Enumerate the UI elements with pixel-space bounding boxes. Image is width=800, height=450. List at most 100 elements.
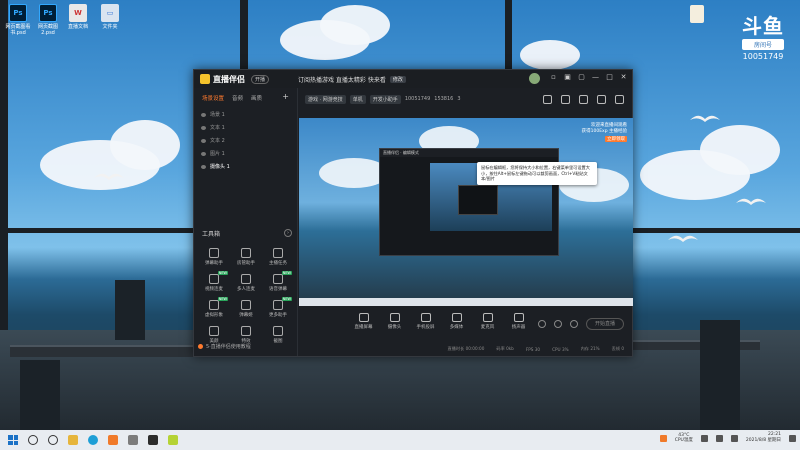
dock-speaker[interactable]: 扬声器 — [506, 310, 531, 340]
scene-item-active[interactable]: 摄像头 1 — [194, 160, 297, 173]
dock-phone-cast[interactable]: 手机投屏 — [413, 310, 438, 340]
tool-host-tasks[interactable]: 主播任务 — [262, 248, 294, 266]
toolbox-more-button[interactable]: › — [284, 229, 292, 237]
settings-gear-icon[interactable] — [570, 320, 578, 328]
dock-media[interactable]: 多媒体 — [444, 310, 469, 340]
room-tools — [543, 95, 624, 104]
maximize-icon[interactable]: □ — [605, 73, 614, 82]
scene-label: 文本 2 — [210, 138, 225, 144]
media-icon — [451, 313, 462, 322]
system-tray: 43°C CPU温度 22:21 2021/8/8 星期日 — [659, 432, 796, 444]
lock-icon[interactable] — [579, 95, 588, 104]
tool-room-admin[interactable]: 房管助手 — [230, 248, 262, 266]
app-icon-live[interactable] — [148, 435, 158, 445]
settings-icon[interactable]: ▢ — [577, 73, 586, 82]
tool-label: 视频连麦 — [205, 287, 223, 292]
hot-value: 153816 — [434, 96, 454, 102]
message-icon[interactable]: ▣ — [563, 73, 572, 82]
scene-item[interactable]: 图片 1 — [194, 147, 297, 160]
scene-item[interactable]: 文本 2 — [194, 134, 297, 147]
start-broadcast-pill[interactable]: 开播 — [251, 74, 270, 84]
eye-icon[interactable] — [201, 112, 206, 117]
avatar[interactable] — [529, 73, 540, 84]
tab-scenes[interactable]: 场景设置 — [202, 94, 224, 102]
eye-icon[interactable] — [201, 138, 206, 143]
tray-app-icon[interactable] — [659, 434, 667, 442]
task-view-icon[interactable] — [48, 435, 58, 445]
desktop-icon-folder[interactable]: ▭ 文件夹 — [94, 4, 126, 30]
app-icon-yellow[interactable] — [168, 435, 178, 445]
tab-audio[interactable]: 音频 — [232, 94, 243, 102]
tool-effects[interactable]: 特效 — [230, 326, 262, 344]
tool-video-link[interactable]: NEW 视频连麦 — [198, 271, 230, 292]
eye-icon[interactable] — [201, 151, 206, 156]
dock-mic[interactable]: 麦克风 — [475, 310, 500, 340]
gift-icon[interactable] — [543, 95, 552, 104]
tool-beauty[interactable]: 美颜 — [198, 326, 230, 344]
add-scene-button[interactable]: + — [282, 92, 289, 101]
eye-icon[interactable] — [201, 164, 206, 169]
stream-preview[interactable]: 直播伴侣 · 编辑模式 鼠标在编辑框，您将保持大小和位置，右键菜单里可设置大小，… — [299, 118, 633, 306]
tag-chip[interactable]: 单机 — [349, 94, 366, 104]
claim-button[interactable]: 立即领取 — [605, 136, 627, 142]
desktop-icon-psd-2[interactable]: Ps 网页截图2.psd — [32, 4, 64, 36]
scene-item[interactable]: 场景 1 — [194, 108, 297, 121]
network-icon[interactable] — [700, 434, 708, 442]
folder-icon: ▭ — [101, 4, 119, 22]
tool-danmu-ji[interactable]: 弹幕姬 — [230, 300, 262, 318]
minimize-icon[interactable]: — — [591, 73, 600, 82]
tool-danmu-assistant[interactable]: 弹幕助手 — [198, 248, 230, 266]
tool-multi-link[interactable]: 多人连麦 — [230, 274, 262, 292]
shop-icon[interactable] — [561, 95, 570, 104]
tool-label: 房管助手 — [237, 261, 255, 266]
cpu-temp[interactable]: 43°C CPU温度 — [675, 433, 693, 443]
desktop-icon-psd-1[interactable]: Ps 网页截图看书.psd — [2, 4, 34, 36]
dock-screen[interactable]: 直播屏幕 — [351, 310, 376, 340]
tool-avatar[interactable]: NEW 虚拟形象 — [198, 297, 230, 318]
status-memory: 内存 21% — [580, 346, 600, 351]
category-chip[interactable]: 游戏 · 网游竞技 — [305, 94, 346, 104]
scene-item[interactable]: 文本 1 — [194, 121, 297, 134]
volume-icon[interactable] — [715, 434, 723, 442]
edit-title-button[interactable]: 修改 — [389, 75, 406, 83]
share-icon[interactable] — [615, 95, 624, 104]
windows-start-icon[interactable] — [8, 435, 18, 445]
scene-label: 图片 1 — [210, 151, 225, 157]
app-icon-game[interactable] — [128, 435, 138, 445]
clock[interactable]: 22:21 2021/8/8 星期日 — [746, 432, 781, 444]
tool-icon — [209, 248, 219, 258]
desktop-icon-label: 网页截图看书.psd — [5, 24, 31, 36]
app-icon-orange[interactable] — [108, 435, 118, 445]
edge-icon[interactable] — [88, 435, 98, 445]
dock-label: 多媒体 — [449, 325, 464, 330]
eye-icon[interactable] — [201, 125, 206, 130]
tab-quality[interactable]: 画质 — [251, 94, 262, 102]
ime-icon[interactable] — [730, 434, 738, 442]
close-icon[interactable]: ✕ — [619, 73, 628, 82]
room-number-value: 10051749 — [404, 96, 431, 102]
tool-icon — [241, 326, 251, 336]
tool-icon — [209, 274, 219, 284]
status-bar: 直播时长 00:00:00 码率 0kb FPS 30 CPU 3% 内存 21… — [299, 342, 632, 356]
stream-title[interactable]: 订阅热播游戏 直播太精彩 快来看 — [298, 75, 386, 84]
go-live-button[interactable]: 开始直播 — [586, 318, 624, 330]
tool-screenshot[interactable]: 截图 — [262, 326, 294, 344]
skin-icon[interactable]: ▫ — [549, 73, 558, 82]
dock-label: 扬声器 — [511, 325, 526, 330]
assistant-chip[interactable]: 开发小助手 — [369, 94, 401, 104]
desktop-sticker[interactable] — [690, 5, 704, 23]
dock-label: 直播屏幕 — [354, 325, 373, 330]
tool-more[interactable]: NEW 更多助手 — [262, 297, 294, 318]
bell-icon[interactable] — [597, 95, 606, 104]
dock-camera[interactable]: 摄像头 — [382, 310, 407, 340]
notice-dot-icon — [198, 344, 203, 349]
desktop-icon-doc[interactable]: W 直播文档 — [62, 4, 94, 30]
timer-icon[interactable] — [554, 320, 562, 328]
record-icon[interactable] — [538, 320, 546, 328]
notification-icon[interactable] — [789, 434, 796, 442]
search-icon[interactable] — [28, 435, 38, 445]
tool-label: 虚拟形象 — [205, 313, 223, 318]
tool-voice-danmu[interactable]: NEW 语音弹幕 — [262, 271, 294, 292]
explorer-icon[interactable] — [68, 435, 78, 445]
tutorial-notice[interactable]: 5·直播伴侣使用教程 — [198, 343, 251, 350]
